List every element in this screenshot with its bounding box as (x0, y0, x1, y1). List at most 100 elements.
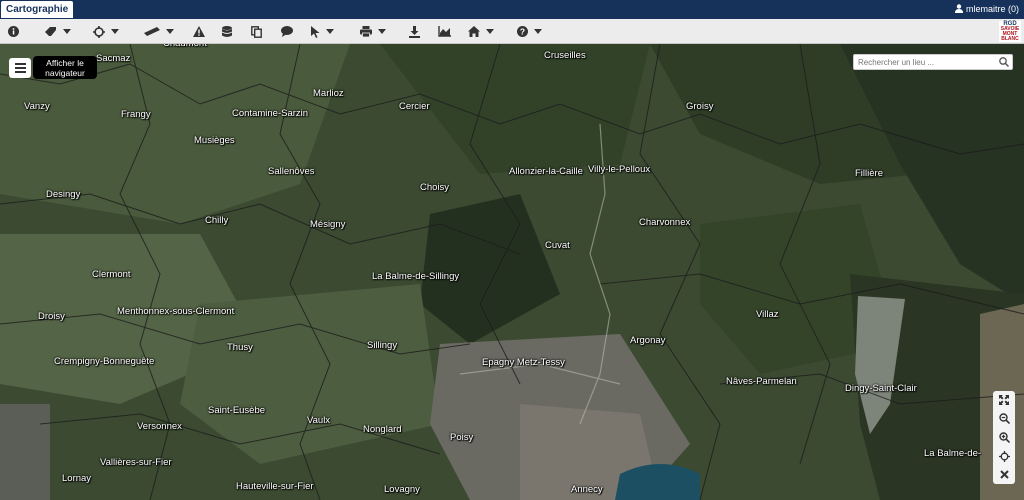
place-label: Frangy (121, 109, 151, 120)
place-label: Allonzier-la-Caille (509, 166, 583, 177)
menu-bar (14, 67, 26, 69)
pointer-icon (311, 25, 320, 38)
svg-text:?: ? (520, 27, 525, 37)
place-label: Clermont (92, 269, 131, 280)
eraser-button[interactable] (45, 23, 71, 40)
download-icon (409, 25, 420, 38)
top-bar: Cartographie mlemaitre (0) (0, 0, 1024, 19)
print-icon (360, 26, 372, 37)
warning-icon (193, 26, 205, 37)
eraser-icon (45, 26, 56, 36)
place-label: Cercier (399, 101, 430, 112)
place-label: Villy-le-Pelloux (588, 164, 651, 175)
rgd-logo: RGD SAVOIE MONT BLANC (999, 21, 1021, 42)
place-label: La Balme-de-Sillingy (372, 271, 460, 282)
place-label: Charvonnex (639, 217, 691, 228)
database-button[interactable] (222, 23, 232, 40)
place-label: Chaumont (163, 44, 207, 49)
info-button[interactable] (8, 23, 19, 40)
locate-icon (998, 450, 1010, 462)
print-button[interactable] (360, 23, 386, 40)
close-button[interactable] (997, 468, 1011, 482)
place-label: Chilly (205, 215, 229, 226)
fullscreen-button[interactable] (997, 393, 1011, 407)
place-label: Argonay (630, 335, 666, 346)
place-label: Crempigny-Bonneguête (54, 356, 155, 367)
zoom-in-button[interactable] (997, 430, 1011, 444)
map-controls (993, 391, 1015, 484)
place-label: Saint-Eusèbe (208, 405, 266, 416)
crosshair-icon (93, 25, 105, 38)
place-label: Lovagny (384, 484, 420, 495)
close-icon (999, 470, 1009, 479)
place-label: Nâves-Parmelan (726, 376, 797, 387)
zoom-out-button[interactable] (997, 412, 1011, 426)
download-button[interactable] (409, 23, 420, 40)
crosshair-button[interactable] (93, 23, 119, 40)
place-label: Musièges (194, 135, 235, 146)
place-search (853, 54, 1013, 70)
place-label: Desingy (46, 189, 81, 200)
place-label: Hauteville-sur-Fier (236, 481, 314, 492)
home-button[interactable] (468, 23, 494, 40)
toolbar: ? (0, 19, 1024, 44)
fullscreen-icon (999, 395, 1009, 406)
info-icon (8, 26, 19, 37)
place-search-input[interactable] (854, 55, 1002, 69)
home-icon (468, 26, 480, 37)
comment-icon (281, 26, 293, 37)
place-label: Versonnex (137, 421, 182, 432)
place-label: Vaulx (307, 415, 331, 426)
area-chart-button[interactable] (438, 23, 451, 40)
ruler-caret-icon (166, 29, 174, 34)
place-label: Menthonnex-sous-Clermont (117, 306, 235, 317)
zoom-in-icon (998, 432, 1010, 443)
pointer-caret-icon (326, 29, 334, 34)
warning-button[interactable] (193, 23, 205, 40)
menu-bar (14, 63, 26, 65)
place-label: Cruseilles (544, 50, 586, 61)
comment-button[interactable] (281, 23, 293, 40)
place-label: Fillière (855, 168, 883, 179)
place-label: Contamine-Sarzin (232, 108, 309, 119)
place-label: Droisy (38, 311, 65, 322)
help-icon: ? (517, 26, 528, 37)
help-button[interactable]: ? (517, 23, 542, 40)
help-caret-icon (534, 29, 542, 34)
place-label: Cuvat (545, 240, 570, 251)
user-label: mlemaitre (0) (965, 4, 1019, 14)
place-label: Sillingy (367, 340, 398, 351)
place-label: Thusy (227, 342, 253, 353)
user-menu[interactable]: mlemaitre (0) (954, 0, 1019, 19)
ruler-icon (144, 27, 160, 36)
place-label: Choisy (420, 182, 450, 193)
place-label: Mésigny (310, 219, 346, 230)
locate-button[interactable] (997, 449, 1011, 463)
copy-button[interactable] (251, 23, 262, 40)
eraser-caret-icon (63, 29, 71, 34)
place-label: Villaz (756, 309, 779, 320)
place-label: Groisy (686, 101, 714, 112)
tab-cartographie[interactable]: Cartographie (1, 1, 74, 18)
place-label: Lornay (62, 473, 92, 484)
place-label: Dingy-Saint-Clair (845, 383, 917, 394)
place-label: Sallenôves (268, 166, 315, 177)
ruler-button[interactable] (144, 23, 174, 40)
print-caret-icon (378, 29, 386, 34)
place-label: Vallières-sur-Fier (100, 457, 172, 468)
pointer-button[interactable] (311, 23, 334, 40)
place-label: Epagny Metz-Tessy (482, 357, 565, 368)
place-label: La Balme-de- (924, 448, 982, 459)
zoom-out-icon (998, 413, 1010, 425)
database-icon (222, 25, 232, 37)
navigator-toggle-button[interactable] (9, 58, 31, 78)
area-chart-icon (438, 26, 451, 37)
map-view[interactable]: Chaumont Vanzy Frangy Contamine-Sarzin Marli… (0, 44, 1024, 500)
search-icon[interactable] (999, 57, 1009, 67)
place-label: Nonglard (363, 424, 402, 435)
menu-bar (14, 71, 26, 73)
place-label: Vanzy (24, 101, 50, 112)
user-icon (954, 4, 963, 13)
home-caret-icon (486, 29, 494, 34)
crosshair-caret-icon (111, 29, 119, 34)
